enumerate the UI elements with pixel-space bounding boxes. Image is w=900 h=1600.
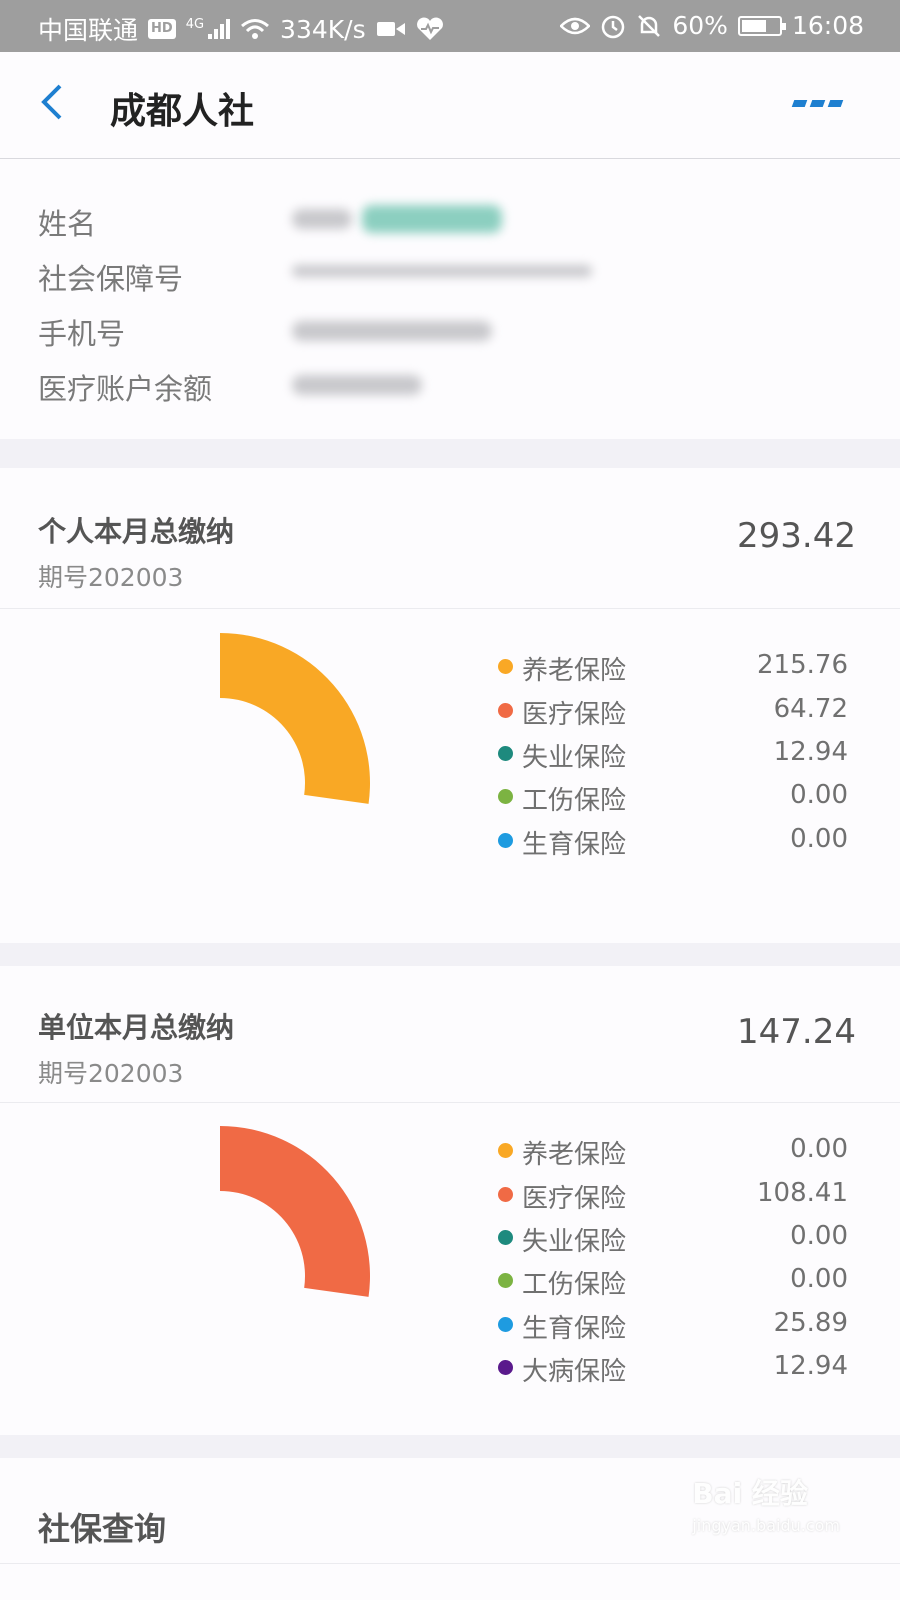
- legend-item: 大病保险 12.94: [498, 1351, 848, 1387]
- legend-item: 医疗保险 108.41: [498, 1178, 848, 1214]
- blurred-phone-value: [292, 321, 492, 341]
- legend-dot: [498, 789, 513, 804]
- more-button[interactable]: [791, 100, 844, 107]
- watermark-sub: jingyan.baidu.com: [692, 1516, 840, 1535]
- personal-info-card: 姓名 社会保障号 手机号 医疗账户余额: [0, 159, 900, 439]
- blurred-name-value: [362, 205, 502, 233]
- pie-slice-2: [220, 1126, 370, 1297]
- nav-bar: 成都人社: [0, 52, 900, 159]
- legend-dot: [498, 1273, 513, 1288]
- legend-dot: [498, 703, 513, 718]
- pie-slice-1: [220, 633, 370, 804]
- legend-item: 生育保险 0.00: [498, 824, 848, 860]
- personal-contribution-card: 个人本月总缴纳 期号202003 293.42 养老保险 215.76 医疗保险 64…: [0, 468, 900, 943]
- legend-item: 医疗保险 64.72: [498, 694, 848, 730]
- legend-value: 64.72: [773, 694, 848, 724]
- eye-icon: [560, 17, 591, 34]
- legend-dot: [498, 1143, 513, 1158]
- legend-dot: [498, 1317, 513, 1332]
- legend-label: 失业保险: [522, 743, 627, 773]
- hd-badge: HD: [148, 19, 176, 39]
- legend-value: 0.00: [790, 1134, 848, 1164]
- legend-label: 工伤保险: [522, 1270, 627, 1300]
- legend-value: 0.00: [790, 824, 848, 854]
- clock: 16:08: [791, 11, 864, 40]
- carrier-name: 中国联通: [38, 16, 139, 45]
- personal-total: 293.42: [737, 516, 856, 556]
- legend-item: 生育保险 25.89: [498, 1308, 848, 1344]
- baidu-watermark: Bai 经验 jingyan.baidu.com: [692, 1472, 840, 1535]
- legend-item: 失业保险 12.94: [498, 737, 848, 773]
- personal-section-title: 个人本月总缴纳: [38, 515, 235, 548]
- legend-value: 215.76: [757, 650, 848, 680]
- network-type: 4G: [185, 16, 205, 32]
- watermark-text: Bai 经验: [692, 1477, 808, 1510]
- medical-balance-label: 医疗账户余额: [38, 372, 213, 406]
- legend-value: 0.00: [790, 780, 848, 810]
- ssn-label: 社会保障号: [38, 262, 184, 296]
- back-button[interactable]: [36, 82, 76, 128]
- legend-value: 0.00: [790, 1264, 848, 1294]
- legend-item: 工伤保险 0.00: [498, 1264, 848, 1300]
- legend-dot: [498, 659, 513, 674]
- wifi-icon: [241, 19, 270, 39]
- blurred-ssn-value: [292, 265, 592, 277]
- video-icon: [376, 22, 405, 36]
- legend-value: 12.94: [773, 1351, 848, 1381]
- legend-item: 工伤保险 0.00: [498, 780, 848, 816]
- legend-item: 养老保险 215.76: [498, 650, 848, 686]
- legend-value: 25.89: [773, 1308, 848, 1338]
- chevron-left-icon: [41, 84, 62, 120]
- company-section-title: 单位本月总缴纳: [38, 1011, 235, 1044]
- company-total: 147.24: [737, 1012, 856, 1052]
- status-bar: 中国联通 HD 4G 334K/s 60% 16:08: [0, 0, 900, 52]
- legend-label: 失业保险: [522, 1227, 627, 1257]
- legend-dot: [498, 746, 513, 761]
- legend-dot: [498, 1187, 513, 1202]
- legend-label: 养老保险: [522, 1140, 627, 1170]
- legend-item: 失业保险 0.00: [498, 1221, 848, 1257]
- mute-bell-icon: [638, 14, 661, 37]
- legend-value: 108.41: [757, 1178, 848, 1208]
- legend-label: 工伤保险: [522, 786, 627, 816]
- legend-value: 12.94: [773, 737, 848, 767]
- query-title: 社保查询: [38, 1510, 167, 1548]
- health-heart-icon: [416, 17, 443, 40]
- company-pie-chart: [220, 1126, 370, 1297]
- name-label: 姓名: [38, 207, 97, 241]
- legend-label: 养老保险: [522, 656, 627, 686]
- legend-label: 生育保险: [522, 1314, 627, 1344]
- blurred-balance-value: [292, 375, 422, 395]
- legend-value: 0.00: [790, 1221, 848, 1251]
- company-period: 期号202003: [38, 1059, 184, 1088]
- legend-label: 大病保险: [522, 1357, 627, 1387]
- legend-label: 生育保险: [522, 830, 627, 860]
- legend-item: 养老保险 0.00: [498, 1134, 848, 1170]
- signal-icon: [208, 19, 231, 39]
- legend-dot: [498, 833, 513, 848]
- alarm-icon: [602, 15, 625, 38]
- personal-pie-chart: [220, 633, 370, 804]
- legend-label: 医疗保险: [522, 1184, 627, 1214]
- battery-icon: [737, 15, 786, 36]
- legend-dot: [498, 1360, 513, 1375]
- blurred-name-part: [292, 209, 352, 229]
- phone-label: 手机号: [38, 317, 126, 351]
- battery-percent: 60%: [672, 11, 728, 40]
- more-dots-icon: [791, 100, 808, 107]
- legend-dot: [498, 1230, 513, 1245]
- network-speed: 334K/s: [280, 14, 366, 44]
- company-contribution-card: 单位本月总缴纳 期号202003 147.24 养老保险 0.00 医疗保险 108.…: [0, 966, 900, 1435]
- personal-period: 期号202003: [38, 563, 184, 592]
- page-title: 成都人社: [110, 91, 255, 132]
- legend-label: 医疗保险: [522, 700, 627, 730]
